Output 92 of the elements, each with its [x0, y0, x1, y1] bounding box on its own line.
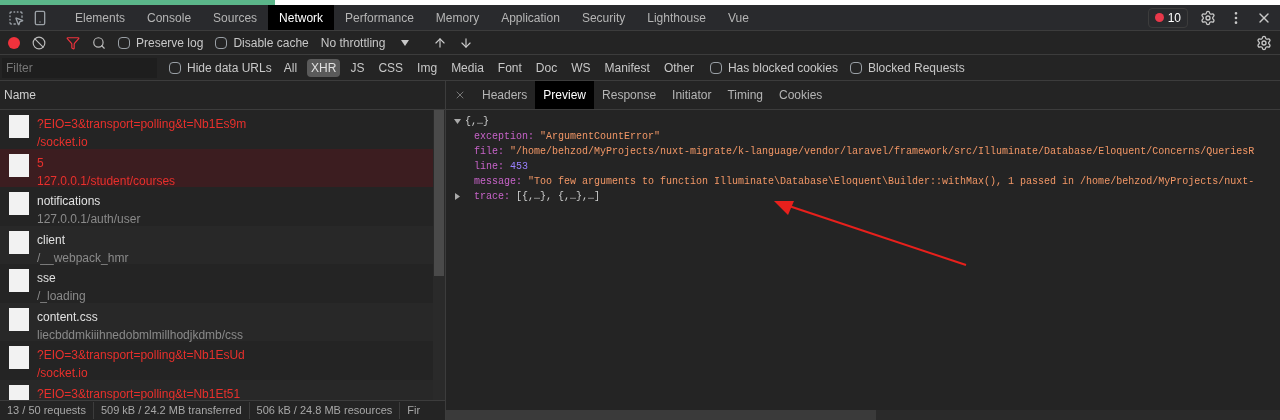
- type-filter[interactable]: XHR: [307, 58, 341, 77]
- panel-tab[interactable]: Lighthouse: [636, 5, 717, 30]
- close-icon[interactable]: [454, 89, 466, 101]
- file-icon: [9, 230, 29, 254]
- checkbox-label[interactable]: Has blocked cookies: [727, 58, 838, 77]
- checkbox[interactable]: [118, 36, 130, 49]
- settings-icon[interactable]: [1200, 9, 1216, 26]
- panel-tab[interactable]: Network: [268, 5, 335, 30]
- status-text: 509 kB / 24.2 MB transferred: [93, 402, 250, 419]
- type-filter[interactable]: Doc: [531, 58, 562, 77]
- request-path: /_loading: [37, 288, 86, 305]
- request-row[interactable]: client /__webpack_hmr: [0, 225, 433, 264]
- json-property: exception: "ArgumentCountError": [473, 130, 661, 144]
- type-filter[interactable]: JS: [346, 58, 369, 77]
- type-filter[interactable]: CSS: [374, 58, 408, 77]
- checkbox-label[interactable]: Preserve log: [136, 33, 204, 52]
- request-path: 127.0.0.1/student/courses: [37, 172, 176, 190]
- file-icon: [9, 153, 29, 177]
- detail-tab[interactable]: Cookies: [771, 81, 831, 109]
- json-root[interactable]: {,…}: [465, 114, 489, 129]
- json-property: message: "Too few arguments to function Illuminate\Database\Eloquent\Builder::withMax(), 1 passed in /home/behzod/MyProjects/nuxt-: [473, 175, 1255, 189]
- file-icon: [9, 307, 29, 331]
- status-text: 506 kB / 24.8 MB resources: [249, 402, 401, 419]
- upload-icon[interactable]: [433, 35, 448, 50]
- type-filter[interactable]: Manifest: [600, 58, 654, 77]
- checkbox[interactable]: [849, 61, 862, 74]
- type-filter[interactable]: WS: [567, 58, 595, 77]
- detail-tab[interactable]: Timing: [719, 81, 771, 109]
- request-path: 127.0.0.1/auth/user: [37, 211, 141, 228]
- scrollbar[interactable]: [433, 110, 445, 400]
- type-filter[interactable]: All: [279, 58, 302, 77]
- request-path: /socket.io: [37, 134, 89, 151]
- checkbox[interactable]: [709, 61, 722, 74]
- request-name: ?EIO=3&transport=polling&t=Nb1Et51: [37, 385, 241, 400]
- detail-tab[interactable]: Initiator: [664, 81, 720, 109]
- detail-tab[interactable]: Preview: [535, 81, 595, 109]
- type-filter[interactable]: Other: [659, 58, 698, 77]
- error-count-badge[interactable]: 10: [1147, 7, 1188, 28]
- settings-icon[interactable]: [1256, 34, 1272, 51]
- error-icon: [1154, 13, 1164, 22]
- request-name: client: [37, 231, 66, 249]
- request-name: ?EIO=3&transport=polling&t=Nb1EsUd: [37, 347, 245, 364]
- search-icon[interactable]: [92, 35, 106, 50]
- json-property: line: 453: [473, 160, 529, 174]
- clear-icon[interactable]: [32, 35, 46, 50]
- panel-tab[interactable]: Elements: [64, 5, 137, 30]
- panel-tab[interactable]: Console: [136, 5, 203, 30]
- throttling-dropdown[interactable]: No throttling: [320, 33, 410, 52]
- file-icon: [9, 269, 29, 292]
- device-icon[interactable]: [32, 9, 48, 26]
- request-name: ?EIO=3&transport=polling&t=Nb1Es9m: [37, 116, 247, 133]
- request-path: /socket.io: [37, 365, 89, 382]
- file-icon: [9, 346, 29, 369]
- expand-toggle-icon[interactable]: [454, 193, 461, 200]
- request-path: /__webpack_hmr: [37, 249, 129, 267]
- checkbox[interactable]: [169, 61, 181, 74]
- detail-tab[interactable]: Response: [594, 81, 665, 109]
- panel-tab[interactable]: Application: [490, 5, 571, 30]
- request-row[interactable]: ?EIO=3&transport=polling&t=Nb1Et51: [0, 379, 433, 400]
- type-filter[interactable]: Img: [413, 58, 442, 77]
- json-property: file: "/home/behzod/MyProjects/nuxt-migrate/k-language/vendor/laravel/framework/src/Illuminate/Database/Eloquent/Concerns/QueriesR: [473, 145, 1255, 159]
- record-button[interactable]: [8, 36, 20, 49]
- request-row[interactable]: content.css liecbddmkiiihnedobmlmillhodjkdmb/css: [0, 302, 433, 341]
- file-icon: [9, 115, 29, 138]
- request-name: 5: [37, 154, 45, 172]
- panel-tab[interactable]: Vue: [716, 5, 760, 30]
- status-text: Fir: [406, 403, 422, 419]
- type-filter[interactable]: Media: [447, 58, 488, 77]
- horizontal-scrollbar[interactable]: [446, 410, 1280, 420]
- request-name: notifications: [37, 193, 102, 210]
- checkbox-label[interactable]: Blocked Requests: [867, 58, 965, 77]
- status-text: 13 / 50 requests: [0, 402, 94, 419]
- caret-icon: [401, 39, 410, 46]
- detail-tab[interactable]: Headers: [474, 81, 536, 109]
- expand-toggle-icon[interactable]: [454, 118, 461, 125]
- inspect-icon[interactable]: [8, 9, 24, 26]
- request-name: content.css: [37, 308, 99, 326]
- checkbox[interactable]: [215, 36, 228, 49]
- json-property: trace: [{,…}, {,…},…]: [473, 190, 601, 204]
- panel-tab[interactable]: Sources: [202, 5, 269, 30]
- type-filter[interactable]: Font: [493, 58, 526, 77]
- request-row[interactable]: 5 127.0.0.1/student/courses: [0, 148, 433, 187]
- filter-field[interactable]: Filter: [2, 57, 157, 78]
- file-icon: [9, 192, 29, 215]
- panel-tab[interactable]: Performance: [334, 5, 425, 30]
- request-name: sse: [37, 270, 57, 287]
- panel-tab[interactable]: Memory: [424, 5, 491, 30]
- panel-tab[interactable]: Security: [570, 5, 637, 30]
- request-path: liecbddmkiiihnedobmlmillhodjkdmb/css: [37, 326, 244, 344]
- checkbox-label[interactable]: Hide data URLs: [187, 58, 272, 77]
- filter-icon[interactable]: [66, 35, 80, 50]
- checkbox-label[interactable]: Disable cache: [233, 33, 309, 52]
